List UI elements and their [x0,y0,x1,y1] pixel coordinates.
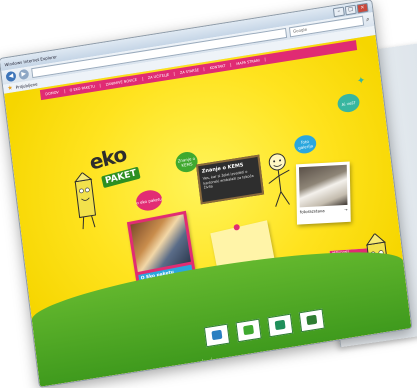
partner-mark-icon [243,324,255,336]
photo-gallery-polaroid[interactable]: fotorazstava → [295,161,351,225]
gallery-caption: fotorazstava [299,208,325,215]
menu-item-about[interactable]: O EKO PAKETU [64,83,102,94]
menu-item-teachers[interactable]: ZA UČITELJE [142,71,176,81]
menu-item-parents[interactable]: ZA STARŠE [174,67,206,76]
close-button[interactable]: × [356,2,369,13]
partner-mark-icon [306,314,318,326]
next-arrow-icon[interactable]: → [344,207,347,212]
kems-chalkboard[interactable]: Znanje o KEMS Ves, kar si želel izvedeti… [196,154,265,205]
partner-logo[interactable] [203,323,231,348]
browser-stage: Windows Internet Explorer – □ × ◀ ▶ Goog… [0,0,413,388]
partner-logo[interactable] [235,318,262,343]
minimize-button[interactable]: – [332,6,345,17]
search-icon[interactable]: ⌕ [366,16,370,24]
maximize-button[interactable]: □ [344,4,357,15]
menu-item-home[interactable]: DOMOV [40,89,65,98]
partner-logo[interactable] [298,308,325,333]
bubble-ai-ves[interactable]: Ai veš? [336,92,361,114]
back-icon[interactable]: ◀ [5,70,17,83]
forward-icon[interactable]: ▶ [18,68,30,81]
eko-paket-logo[interactable]: eko PAKET [87,141,149,199]
footer-link[interactable] [198,359,199,364]
stick-figure-mascot [268,153,290,207]
partner-logo[interactable] [267,313,294,338]
browser-window: Windows Internet Explorer – □ × ◀ ▶ Goog… [0,0,413,388]
search-input[interactable]: Google [293,26,308,36]
partner-mark-icon [211,329,223,341]
footer-link[interactable] [207,357,208,362]
partner-mark-icon [274,319,286,331]
bubble-about[interactable]: o eko paketu [134,188,164,213]
gallery-photo [298,164,348,208]
menu-item-news[interactable]: ZANIMIVE NOVICE [100,76,144,88]
bird-icon: ✦ [356,75,366,88]
favorites-star-icon[interactable]: ★ [7,84,13,92]
bubble-kems[interactable]: Znanje o KEMS [174,150,199,174]
menu-item-sitemap[interactable]: MAPA STRANI [231,57,266,67]
bubble-foto-gallery[interactable]: foto galerija [293,133,318,155]
classroom-photo [130,214,191,273]
logo-paket-text: PAKET [101,166,141,189]
pushpin-icon [233,223,241,231]
menu-item-contact[interactable]: KONTAKT [204,62,232,72]
web-page: DOMOV O EKO PAKETU ZANIMIVE NOVICE ZA UČ… [4,34,412,387]
